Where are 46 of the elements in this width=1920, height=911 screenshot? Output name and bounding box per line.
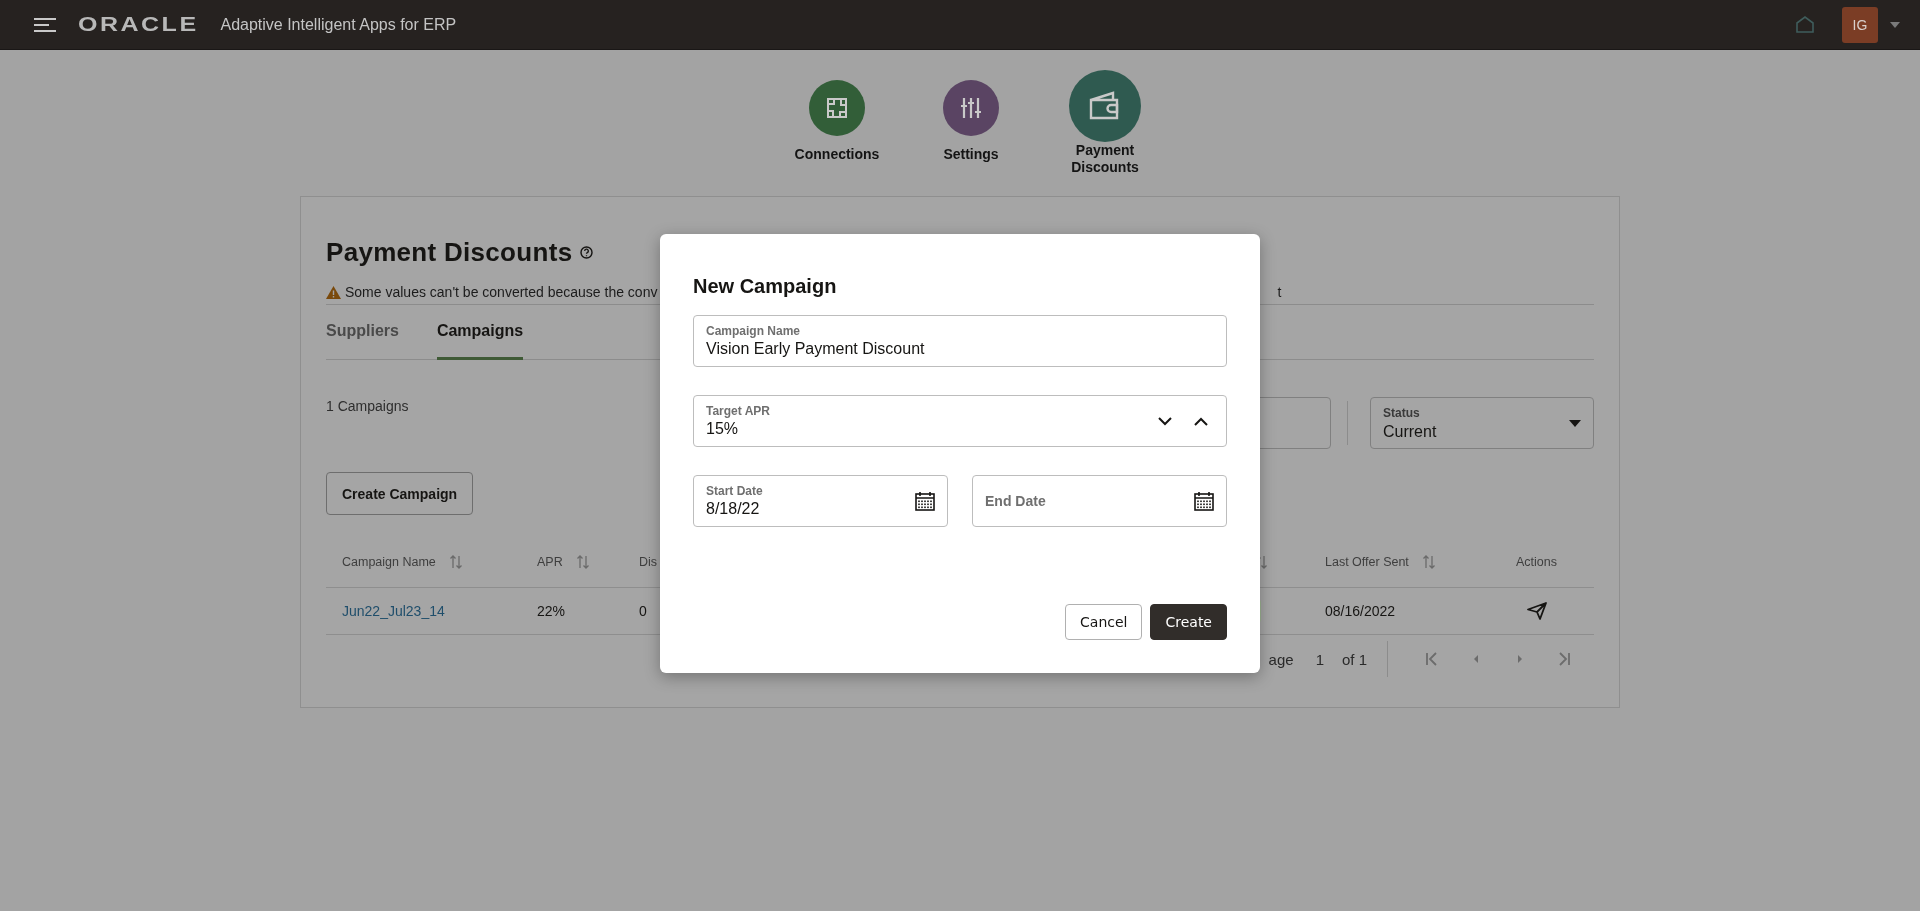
table-cell: 22% — [537, 603, 566, 619]
input-field[interactable]: Target APR 15% — [693, 395, 1227, 447]
warning-icon — [326, 285, 341, 299]
caret-icon[interactable] — [1890, 21, 1900, 28]
caret-icon — [1569, 419, 1581, 427]
page-number[interactable]: 1 — [1315, 650, 1324, 668]
page-count: of 1 — [1341, 650, 1367, 668]
chevron-up-icon[interactable] — [1194, 416, 1208, 426]
column-header[interactable]: APR — [537, 555, 563, 569]
avatar[interactable]: IG — [1842, 6, 1878, 43]
column-header[interactable]: Campaign Name — [342, 555, 436, 569]
nav-item[interactable]: Connections — [782, 70, 892, 174]
column-header[interactable]: Dis — [639, 555, 658, 569]
campaign-link[interactable]: Jun22_Jul23_14 — [342, 603, 445, 619]
cancel-button[interactable]: Cancel — [1065, 604, 1143, 640]
create-button[interactable]: Create — [1150, 604, 1227, 640]
logo: ORACLE — [78, 13, 199, 36]
column-header[interactable]: Actions — [1516, 555, 1557, 569]
nav-item[interactable]: Payment Discounts — [1050, 70, 1160, 174]
app-title: Adaptive Intelligent Apps for ERP — [220, 15, 457, 34]
warning-text: Some values can't be converted because the conv — [345, 284, 658, 300]
tab[interactable]: Suppliers — [326, 305, 399, 360]
send-icon[interactable] — [1526, 602, 1547, 620]
wallet-icon — [1089, 91, 1119, 120]
home-icon[interactable] — [1796, 16, 1814, 33]
page-label: age — [1268, 650, 1294, 668]
sliders-icon — [959, 96, 983, 120]
menu-icon[interactable] — [34, 17, 56, 32]
help-icon[interactable] — [580, 246, 594, 259]
dialog-title: New Campaign — [693, 274, 838, 298]
table-cell: 0 — [639, 603, 647, 619]
column-header[interactable]: Last Offer Sent — [1325, 555, 1409, 569]
status-select[interactable]: Status Current — [1370, 397, 1594, 449]
chevron-down-icon[interactable] — [1158, 416, 1172, 426]
input-field[interactable]: Campaign Name Vision Early Payment Discount — [693, 315, 1227, 367]
tab[interactable]: Campaigns — [436, 305, 524, 360]
calendar-icon[interactable] — [1194, 491, 1214, 511]
table-cell: 08/16/2022 — [1325, 603, 1396, 619]
page-title: Payment Discounts — [326, 237, 573, 268]
nav-item[interactable]: Settings — [916, 70, 1026, 174]
warning-text: t — [1277, 284, 1282, 300]
input-field[interactable]: Start Date 8/18/22 — [693, 475, 948, 527]
campaign-count: 1 Campaigns — [326, 398, 409, 414]
create-campaign-button[interactable]: Create Campaign — [326, 472, 474, 515]
input-field[interactable]: End Date — [972, 475, 1227, 527]
calendar-icon[interactable] — [915, 491, 935, 511]
